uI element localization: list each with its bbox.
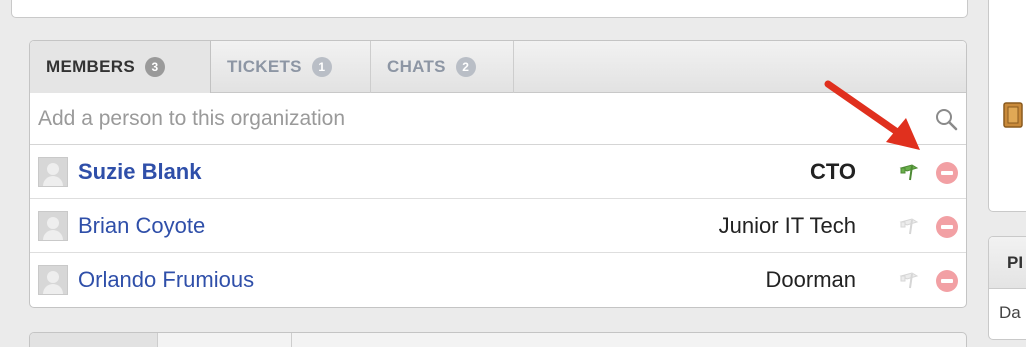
remove-member-icon[interactable]	[936, 270, 958, 292]
avatar	[38, 157, 68, 187]
bottom-panel	[29, 332, 967, 347]
avatar	[38, 265, 68, 295]
tab-members-label: MEMBERS	[46, 57, 135, 76]
search-icon[interactable]	[934, 107, 958, 131]
tab-chats[interactable]: CHATS 2	[371, 41, 514, 93]
top-panel	[11, 0, 968, 18]
tab-tickets[interactable]: TICKETS 1	[211, 41, 371, 93]
member-row: Orlando Frumious Doorman	[30, 253, 966, 307]
tab-tickets-count: 1	[311, 57, 332, 77]
right-side-panel: PI Da	[988, 236, 1026, 340]
right-panel	[988, 0, 1026, 212]
bottom-tab[interactable]	[30, 333, 158, 347]
member-name-link[interactable]: Brian Coyote	[78, 213, 205, 239]
right-panel-body: Da	[999, 303, 1021, 322]
annotation-arrow-icon	[824, 80, 920, 150]
right-panel-header: PI	[989, 237, 1026, 289]
member-title: Junior IT Tech	[718, 212, 856, 238]
tab-members-count: 3	[145, 57, 165, 77]
member-title: CTO	[809, 158, 856, 184]
book-icon	[1003, 102, 1023, 128]
remove-member-icon[interactable]	[936, 162, 958, 184]
tab-members[interactable]: MEMBERS 3	[30, 41, 211, 93]
member-name-link[interactable]: Orlando Frumious	[78, 267, 254, 293]
primary-flag-icon[interactable]	[898, 216, 920, 236]
member-title: Doorman	[765, 267, 856, 292]
primary-flag-icon[interactable]	[898, 162, 920, 182]
remove-member-icon[interactable]	[936, 216, 958, 238]
avatar	[38, 211, 68, 241]
tab-tickets-label: TICKETS	[227, 57, 302, 76]
member-row: Brian Coyote Junior IT Tech	[30, 199, 966, 253]
primary-flag-icon[interactable]	[898, 270, 920, 290]
bottom-tab[interactable]	[158, 333, 292, 347]
member-name-link[interactable]: Suzie Blank	[78, 159, 201, 185]
tab-chats-count: 2	[455, 57, 476, 77]
tab-chats-label: CHATS	[387, 57, 446, 76]
